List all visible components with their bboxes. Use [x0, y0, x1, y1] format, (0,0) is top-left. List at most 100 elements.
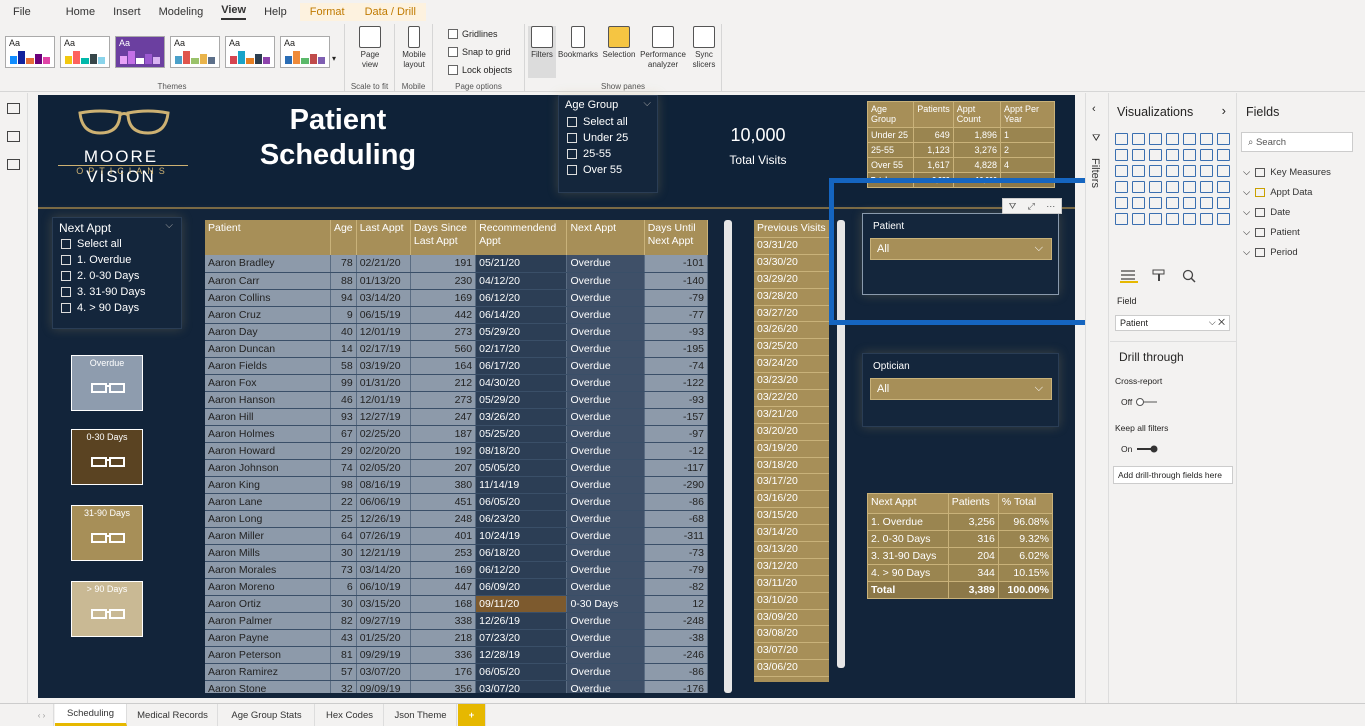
- table-row[interactable]: Aaron Ortiz 30 03/15/20 168 09/11/20 0-30 Day…: [205, 595, 708, 613]
- visual-type-icon[interactable]: [1217, 181, 1230, 193]
- more-options-icon[interactable]: ⋯: [1046, 201, 1055, 212]
- visual-type-icon[interactable]: [1115, 149, 1128, 161]
- visual-type-icon[interactable]: [1132, 181, 1145, 193]
- visual-type-icon[interactable]: [1132, 165, 1145, 177]
- visual-type-icon[interactable]: [1200, 181, 1213, 193]
- patient-table[interactable]: Patient Age Last Appt Days Since Last Ap…: [205, 220, 708, 693]
- table-header[interactable]: Appt Per Year: [999, 101, 1056, 128]
- visual-type-icon[interactable]: [1149, 213, 1162, 225]
- visual-type-icon[interactable]: [1183, 149, 1196, 161]
- visual-type-icon[interactable]: [1115, 213, 1128, 225]
- visual-type-icon[interactable]: [1166, 197, 1179, 209]
- table-row[interactable]: Aaron Long 25 12/26/19 248 06/23/20 Overdue -6…: [205, 510, 708, 528]
- tab-medical-records[interactable]: Medical Records: [128, 704, 218, 726]
- theme-swatch[interactable]: Aa: [5, 36, 55, 68]
- column-header[interactable]: Next Appt: [566, 220, 645, 255]
- chevron-right-icon[interactable]: ›: [1222, 103, 1226, 118]
- report-view-icon[interactable]: [7, 103, 20, 114]
- column-header[interactable]: Age: [330, 220, 357, 255]
- field-table-patient[interactable]: ⌵ Patient: [1243, 227, 1300, 238]
- visual-type-icon[interactable]: [1115, 133, 1128, 145]
- visual-type-icon[interactable]: [1149, 197, 1162, 209]
- snap-checkbox[interactable]: Snap to grid: [448, 47, 511, 57]
- column-header[interactable]: Patient: [205, 220, 331, 255]
- tab-hex-codes[interactable]: Hex Codes: [316, 704, 384, 726]
- visual-type-icon[interactable]: [1149, 149, 1162, 161]
- filters-button[interactable]: Filters: [528, 26, 556, 78]
- field-table-appt-data[interactable]: ⌵ Appt Data: [1243, 187, 1312, 198]
- visual-type-icon[interactable]: [1115, 165, 1128, 177]
- visual-type-icon[interactable]: [1132, 133, 1145, 145]
- column-header[interactable]: Days Since Last Appt: [410, 220, 477, 255]
- focus-mode-icon[interactable]: ⤢: [1028, 201, 1035, 212]
- analytics-icon[interactable]: [1182, 269, 1196, 283]
- visual-type-icon[interactable]: [1200, 133, 1213, 145]
- visual-type-icon[interactable]: [1149, 133, 1162, 145]
- keep-filters-toggle[interactable]: On: [1121, 444, 1159, 454]
- tab-nav-arrows[interactable]: ‹ ›: [30, 704, 54, 726]
- age-option[interactable]: Over 55: [567, 164, 622, 176]
- tab-scheduling[interactable]: Scheduling: [55, 704, 127, 726]
- visual-type-icon[interactable]: [1149, 165, 1162, 177]
- age-option[interactable]: Select all: [567, 116, 628, 128]
- visual-type-icon[interactable]: [1166, 165, 1179, 177]
- next-option[interactable]: Select all: [61, 238, 122, 250]
- table-row[interactable]: Aaron King 98 08/16/19 380 11/14/19 Overdue -2…: [205, 476, 708, 494]
- bookmarks-button[interactable]: Bookmarks: [557, 26, 599, 60]
- column-header[interactable]: Days Until Next Appt: [644, 220, 708, 255]
- age-option[interactable]: 25-55: [567, 148, 611, 160]
- tab-age-group-stats[interactable]: Age Group Stats: [219, 704, 315, 726]
- visual-type-icon[interactable]: [1183, 197, 1196, 209]
- field-well-patient[interactable]: Patient ⌵ ✕: [1115, 315, 1230, 331]
- visual-type-icon[interactable]: [1149, 181, 1162, 193]
- table-header[interactable]: Appt Count: [952, 101, 1001, 128]
- table-scrollbar[interactable]: [724, 220, 732, 693]
- menu-view[interactable]: View: [221, 4, 247, 20]
- table-row[interactable]: Aaron Collins 94 03/14/20 169 06/12/20 Overdu…: [205, 289, 708, 307]
- previous-visits-table[interactable]: Previous Visits 03/31/20 03/30/20 03/29/20…: [754, 220, 829, 682]
- theme-swatch[interactable]: Aa: [60, 36, 110, 68]
- table-row[interactable]: Aaron Morales 73 03/14/20 169 06/12/20 Overdu…: [205, 561, 708, 579]
- cross-report-toggle[interactable]: Off: [1121, 397, 1159, 407]
- menu-format[interactable]: Format: [299, 3, 355, 21]
- visual-type-icon[interactable]: [1132, 149, 1145, 161]
- performance-button[interactable]: Performance analyzer: [638, 26, 688, 70]
- page-view-button[interactable]: Page view: [354, 26, 386, 70]
- table-row[interactable]: Aaron Fox 99 01/31/20 212 04/30/20 Overdue -12…: [205, 374, 708, 392]
- table-row[interactable]: Aaron Holmes 67 02/25/20 187 05/25/20 Overdue…: [205, 425, 708, 443]
- field-table-period[interactable]: ⌵ Period: [1243, 247, 1298, 258]
- drill-through-well[interactable]: Add drill-through fields here: [1113, 466, 1233, 484]
- table-row[interactable]: Aaron Bradley 78 02/21/20 191 05/21/20 Overdu…: [205, 255, 708, 273]
- chevron-down-icon[interactable]: ⌵: [165, 220, 173, 231]
- theme-swatch[interactable]: Aa: [170, 36, 220, 68]
- next-option[interactable]: 4. > 90 Days: [61, 302, 139, 314]
- table-row[interactable]: Aaron Johnson 74 02/05/20 207 05/05/20 Overdu…: [205, 459, 708, 477]
- table-row[interactable]: Aaron Ramirez 57 03/07/20 176 06/05/20 Overdu…: [205, 663, 708, 681]
- visual-type-icon[interactable]: [1200, 165, 1213, 177]
- visual-type-icon[interactable]: [1217, 197, 1230, 209]
- table-row[interactable]: Aaron Palmer 82 09/27/19 338 12/26/19 Overdue…: [205, 612, 708, 630]
- visual-type-icon[interactable]: [1166, 181, 1179, 193]
- menu-data-drill[interactable]: Data / Drill: [354, 3, 426, 21]
- optician-dropdown-slicer[interactable]: Optician All ⌵: [862, 353, 1059, 427]
- table-row[interactable]: Aaron Stone 32 09/09/19 356 03/07/20 Overdue -…: [205, 680, 708, 693]
- visual-type-icon[interactable]: [1200, 197, 1213, 209]
- table-row[interactable]: Aaron Day 40 12/01/19 273 05/29/20 Overdue -93: [205, 323, 708, 341]
- table-row[interactable]: Aaron Howard 29 02/20/20 192 08/18/20 Overdue…: [205, 442, 708, 460]
- visual-type-icon[interactable]: [1183, 165, 1196, 177]
- visual-type-icon[interactable]: [1183, 181, 1196, 193]
- table-row[interactable]: Aaron Duncan 14 02/17/19 560 02/17/20 Overdue…: [205, 340, 708, 358]
- next-option[interactable]: 3. 31-90 Days: [61, 286, 145, 298]
- column-header[interactable]: Recommendend Appt: [475, 220, 568, 255]
- menu-file[interactable]: File: [13, 6, 31, 18]
- menu-insert[interactable]: Insert: [113, 6, 141, 18]
- table-row[interactable]: Aaron Carr 88 01/13/20 230 04/12/20 Overdue -1…: [205, 272, 708, 290]
- selection-button[interactable]: Selection: [600, 26, 638, 60]
- chevron-left-icon[interactable]: ‹: [1092, 103, 1096, 115]
- table-row[interactable]: Aaron Hanson 46 12/01/19 273 05/29/20 Overdue…: [205, 391, 708, 409]
- lock-checkbox[interactable]: Lock objects: [448, 65, 512, 75]
- column-header[interactable]: Last Appt: [356, 220, 411, 255]
- next-appt-slicer[interactable]: Next Appt ⌵ Select all 1. Overdue 2. 0-3…: [52, 217, 182, 329]
- chevron-down-icon[interactable]: ⌵: [643, 98, 651, 109]
- table-header[interactable]: Patients: [913, 101, 954, 128]
